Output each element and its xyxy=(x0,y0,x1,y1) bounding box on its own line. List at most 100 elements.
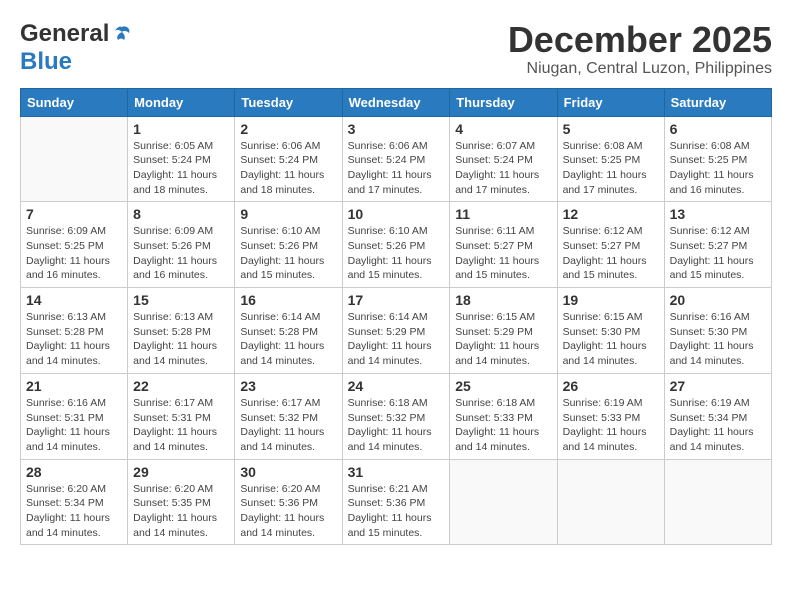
info-line: Sunset: 5:29 PM xyxy=(348,326,426,338)
info-line: Sunset: 5:32 PM xyxy=(240,412,318,424)
info-line: Sunset: 5:30 PM xyxy=(670,326,748,338)
logo-general: General xyxy=(20,20,109,48)
info-line: Daylight: 11 hours xyxy=(563,255,647,267)
info-line: Daylight: 11 hours xyxy=(133,426,217,438)
calendar-header-monday: Monday xyxy=(128,88,235,116)
calendar-cell: 27Sunrise: 6:19 AMSunset: 5:34 PMDayligh… xyxy=(664,373,771,459)
info-line: Sunrise: 6:05 AM xyxy=(133,140,213,152)
calendar-cell xyxy=(664,459,771,545)
day-number: 2 xyxy=(240,121,336,137)
day-number: 23 xyxy=(240,378,336,394)
info-line: Daylight: 11 hours xyxy=(455,255,539,267)
day-number: 21 xyxy=(26,378,122,394)
calendar-cell: 17Sunrise: 6:14 AMSunset: 5:29 PMDayligh… xyxy=(342,288,450,374)
day-number: 30 xyxy=(240,464,336,480)
info-line: Daylight: 11 hours xyxy=(26,255,110,267)
info-line: and 16 minutes. xyxy=(26,269,101,281)
day-number: 19 xyxy=(563,292,659,308)
calendar-week-row: 28Sunrise: 6:20 AMSunset: 5:34 PMDayligh… xyxy=(21,459,772,545)
info-line: Sunrise: 6:06 AM xyxy=(240,140,320,152)
info-line: Daylight: 11 hours xyxy=(133,255,217,267)
day-number: 5 xyxy=(563,121,659,137)
info-line: and 14 minutes. xyxy=(240,441,315,453)
info-line: and 14 minutes. xyxy=(26,355,101,367)
day-info: Sunrise: 6:17 AM Sunset: 5:31 PM Daylight:… xyxy=(133,396,229,455)
info-line: Daylight: 11 hours xyxy=(348,512,432,524)
info-line: and 14 minutes. xyxy=(133,527,208,539)
info-line: and 16 minutes. xyxy=(670,184,745,196)
info-line: Daylight: 11 hours xyxy=(26,426,110,438)
info-line: Daylight: 11 hours xyxy=(348,255,432,267)
day-number: 7 xyxy=(26,206,122,222)
info-line: Sunset: 5:28 PM xyxy=(133,326,211,338)
info-line: and 14 minutes. xyxy=(563,441,638,453)
info-line: and 14 minutes. xyxy=(133,355,208,367)
info-line: Sunrise: 6:20 AM xyxy=(26,483,106,495)
info-line: Daylight: 11 hours xyxy=(240,340,324,352)
info-line: and 14 minutes. xyxy=(26,527,101,539)
calendar-cell: 29Sunrise: 6:20 AMSunset: 5:35 PMDayligh… xyxy=(128,459,235,545)
info-line: Sunrise: 6:08 AM xyxy=(563,140,643,152)
info-line: Sunrise: 6:15 AM xyxy=(455,311,535,323)
calendar-cell xyxy=(21,116,128,202)
calendar-cell: 19Sunrise: 6:15 AMSunset: 5:30 PMDayligh… xyxy=(557,288,664,374)
day-info: Sunrise: 6:11 AMSunset: 5:27 PMDaylight:… xyxy=(455,224,551,283)
info-line: Daylight: 11 hours xyxy=(455,169,539,181)
calendar-cell: 28Sunrise: 6:20 AMSunset: 5:34 PMDayligh… xyxy=(21,459,128,545)
calendar-cell: 21Sunrise: 6:16 AMSunset: 5:31 PMDayligh… xyxy=(21,373,128,459)
info-line: Daylight: 11 hours xyxy=(563,169,647,181)
day-number: 20 xyxy=(670,292,766,308)
info-line: Daylight: 11 hours xyxy=(455,340,539,352)
day-info: Sunrise: 6:12 AM Sunset: 5:27 PM Daylight:… xyxy=(563,224,659,283)
day-number: 31 xyxy=(348,464,445,480)
calendar-cell: 14Sunrise: 6:13 AMSunset: 5:28 PMDayligh… xyxy=(21,288,128,374)
info-line: Sunset: 5:28 PM xyxy=(26,326,104,338)
day-number: 13 xyxy=(670,206,766,222)
info-line: and 14 minutes. xyxy=(563,355,638,367)
info-line: Sunrise: 6:07 AM xyxy=(455,140,535,152)
day-info: Sunrise: 6:13 AMSunset: 5:28 PMDaylight:… xyxy=(133,310,229,369)
info-line: Sunset: 5:25 PM xyxy=(26,240,104,252)
day-info: Sunrise: 6:16 AMSunset: 5:30 PMDaylight:… xyxy=(670,310,766,369)
info-line: Sunset: 5:26 PM xyxy=(348,240,426,252)
info-line: Sunrise: 6:12 AM xyxy=(670,225,750,237)
location-title: Niugan, Central Luzon, Philippines xyxy=(508,60,772,78)
logo-bird-icon xyxy=(111,23,133,45)
info-line: Sunset: 5:24 PM xyxy=(133,154,211,166)
calendar-cell: 16Sunrise: 6:14 AMSunset: 5:28 PMDayligh… xyxy=(235,288,342,374)
info-line: Sunset: 5:34 PM xyxy=(670,412,748,424)
calendar-cell: 15Sunrise: 6:13 AMSunset: 5:28 PMDayligh… xyxy=(128,288,235,374)
day-number: 12 xyxy=(563,206,659,222)
calendar-week-row: 7 Sunrise: 6:09 AMSunset: 5:25 PMDaylight… xyxy=(21,202,772,288)
info-line: Daylight: 11 hours xyxy=(240,512,324,524)
info-line: Sunrise: 6:17 AM xyxy=(133,397,213,409)
info-line: Sunrise: 6:08 AM xyxy=(670,140,750,152)
calendar-cell: 4Sunrise: 6:07 AMSunset: 5:24 PMDaylight… xyxy=(450,116,557,202)
info-line: Daylight: 11 hours xyxy=(348,169,432,181)
day-info: Sunrise: 6:10 AM Sunset: 5:26 PM Daylight:… xyxy=(348,224,445,283)
info-line: Sunrise: 6:18 AM xyxy=(348,397,428,409)
info-line: and 15 minutes. xyxy=(240,269,315,281)
day-number: 8 xyxy=(133,206,229,222)
day-info: Sunrise: 6:20 AMSunset: 5:36 PMDaylight:… xyxy=(240,482,336,541)
calendar-cell: 1Sunrise: 6:05 AMSunset: 5:24 PMDaylight… xyxy=(128,116,235,202)
calendar-cell: 7 Sunrise: 6:09 AMSunset: 5:25 PMDaylight… xyxy=(21,202,128,288)
day-number: 9 xyxy=(240,206,336,222)
info-line: Sunrise: 6:14 AM xyxy=(348,311,428,323)
info-line: and 16 minutes. xyxy=(133,269,208,281)
day-info: Sunrise: 6:06 AMSunset: 5:24 PMDaylight:… xyxy=(240,139,336,198)
info-line: Sunrise: 6:19 AM xyxy=(563,397,643,409)
info-line: Sunrise: 6:12 AM xyxy=(563,225,643,237)
info-line: Sunset: 5:27 PM xyxy=(563,240,641,252)
info-line: Sunrise: 6:10 AM xyxy=(348,225,428,237)
day-number: 3 xyxy=(348,121,445,137)
calendar-cell: 25Sunrise: 6:18 AMSunset: 5:33 PMDayligh… xyxy=(450,373,557,459)
info-line: Sunrise: 6:18 AM xyxy=(455,397,535,409)
day-info: Sunrise: 6:09 AMSunset: 5:25 PMDaylight:… xyxy=(26,224,122,283)
day-number: 14 xyxy=(26,292,122,308)
info-line: Sunset: 5:31 PM xyxy=(133,412,211,424)
info-line: Daylight: 11 hours xyxy=(563,426,647,438)
day-info: Sunrise: 6:18 AMSunset: 5:33 PMDaylight:… xyxy=(455,396,551,455)
info-line: and 14 minutes. xyxy=(348,355,423,367)
info-line: Daylight: 11 hours xyxy=(133,340,217,352)
